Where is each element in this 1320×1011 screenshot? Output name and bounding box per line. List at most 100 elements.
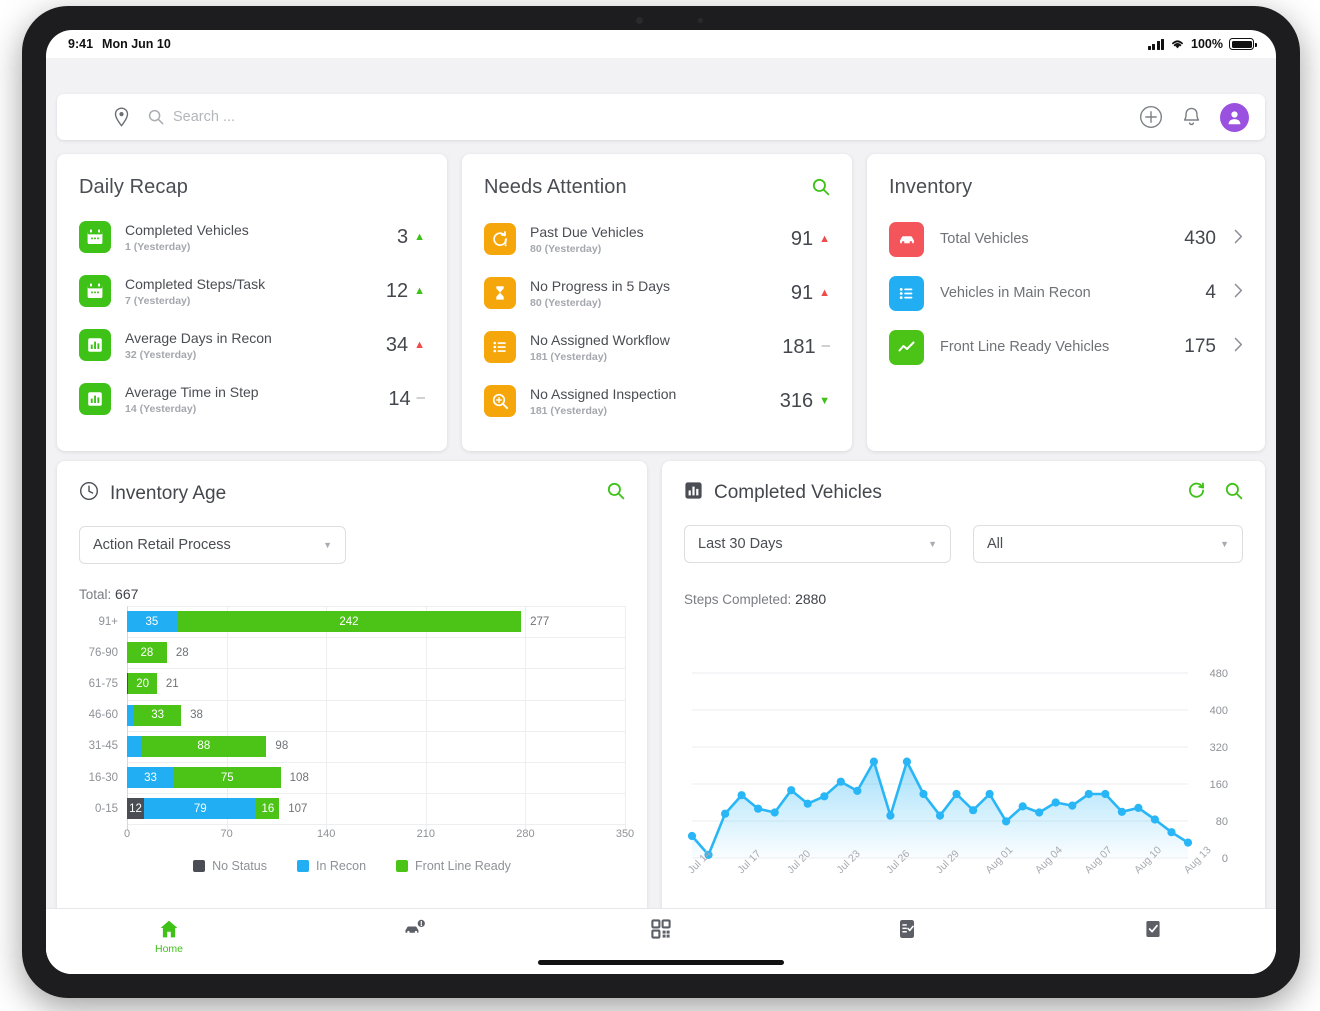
data-point[interactable]	[1183, 838, 1193, 847]
bar-category-label: 91+	[98, 615, 118, 628]
nav-item-scan[interactable]	[538, 918, 784, 943]
data-point[interactable]	[836, 777, 845, 786]
chevron-down-icon: ▼	[323, 540, 332, 550]
bar-row[interactable]: 0-15 12 79 16 107	[79, 793, 625, 824]
data-point[interactable]	[1084, 789, 1093, 799]
list-item[interactable]: Average Time in Step 14 (Yesterday) 14	[79, 372, 425, 426]
bar-row[interactable]: 46-60 33 38	[79, 700, 625, 731]
status-date: Mon Jun 10	[102, 37, 171, 51]
bar-segment	[127, 735, 142, 757]
data-point[interactable]	[820, 792, 829, 801]
process-select[interactable]: Action Retail Process ▼	[79, 526, 346, 564]
search-icon[interactable]	[607, 482, 625, 505]
data-point[interactable]	[721, 809, 730, 818]
search-icon[interactable]	[812, 178, 830, 201]
data-point[interactable]	[787, 786, 796, 795]
chevron-right-icon[interactable]	[1234, 229, 1243, 249]
nav-item-tasks[interactable]	[784, 918, 1030, 943]
axis-tick-label: 70	[220, 828, 233, 840]
list-item[interactable]: No Assigned Inspection 181 (Yesterday) 3…	[484, 374, 830, 428]
hamburger-menu-icon[interactable]	[73, 110, 95, 124]
data-point[interactable]	[1051, 798, 1060, 807]
data-point[interactable]	[1068, 801, 1077, 810]
axis-tick-label: 400	[1210, 705, 1228, 717]
bar-row[interactable]: 16-30 33 75 108	[79, 762, 625, 793]
list-item[interactable]: Vehicles in Main Recon 4	[889, 266, 1243, 320]
chevron-right-icon[interactable]	[1234, 337, 1243, 357]
nav-item-approvals[interactable]	[1030, 918, 1276, 943]
inventory-card: Inventory Total Vehicles 430 Vehicles in…	[867, 154, 1265, 451]
metric-label: Average Time in Step	[125, 383, 259, 400]
data-point[interactable]	[737, 791, 746, 800]
list-item[interactable]: Completed Steps/Task 7 (Yesterday) 12	[79, 264, 425, 318]
bar-row[interactable]: 61-75 20 21	[79, 668, 625, 699]
location-pin-icon[interactable]	[113, 107, 130, 127]
bar-row[interactable]: 76-90 28 28	[79, 637, 625, 668]
nav-item-home[interactable]: Home	[46, 918, 292, 955]
date-range-select[interactable]: Last 30 Days ▼	[684, 525, 951, 563]
search-input[interactable]	[173, 109, 1125, 125]
data-point[interactable]	[754, 804, 763, 813]
data-point[interactable]	[1002, 817, 1011, 826]
data-point[interactable]	[770, 808, 779, 817]
trend-up-icon	[414, 231, 425, 243]
data-point[interactable]	[1134, 803, 1143, 812]
data-point[interactable]	[687, 831, 697, 841]
trend-up-icon	[819, 287, 830, 299]
inventory-item-value: 175	[1184, 336, 1216, 357]
data-point[interactable]	[1150, 815, 1159, 824]
data-point[interactable]	[902, 757, 911, 766]
status-indicators: 100%	[1147, 37, 1257, 51]
data-point[interactable]	[985, 789, 994, 799]
data-point[interactable]	[1167, 828, 1176, 837]
user-avatar-icon[interactable]	[1220, 102, 1249, 132]
data-point[interactable]	[869, 757, 878, 766]
daily-recap-title: Daily Recap	[79, 176, 188, 198]
data-point[interactable]	[969, 806, 978, 815]
list-item[interactable]: No Progress in 5 Days 80 (Yesterday) 91	[484, 266, 830, 320]
data-point[interactable]	[886, 811, 895, 820]
list-item[interactable]: Average Days in Recon 32 (Yesterday) 34	[79, 318, 425, 372]
chevron-right-icon[interactable]	[1234, 283, 1243, 303]
list-item[interactable]: Past Due Vehicles 80 (Yesterday) 91	[484, 212, 830, 266]
daily-recap-card: Daily Recap Completed Vehicles 1 (Yester…	[57, 154, 447, 451]
nav-item-vehicles[interactable]	[292, 918, 538, 943]
bar-segment: 16	[256, 798, 280, 820]
date-range-select-value: Last 30 Days	[698, 536, 783, 552]
completed-vehicles-card: Completed Vehicles Last 30 Days ▼ All ▼ …	[662, 461, 1265, 929]
line-chart-svg: 080160320400480Jul 14 Jul 17 Jul 20 Jul 23 J…	[686, 668, 1228, 876]
data-point[interactable]	[1018, 802, 1027, 811]
chevron-down-icon: ▼	[928, 539, 937, 549]
filter-select[interactable]: All ▼	[973, 525, 1243, 563]
list-item[interactable]: Completed Vehicles 1 (Yesterday) 3	[79, 210, 425, 264]
legend-item[interactable]: Front Line Ready	[396, 859, 511, 873]
list-item[interactable]: No Assigned Workflow 181 (Yesterday) 181	[484, 320, 830, 374]
data-point[interactable]	[1101, 789, 1110, 799]
axis-tick-label: 80	[1216, 816, 1228, 828]
plus-circle-icon[interactable]	[1139, 105, 1163, 129]
metric-label: No Progress in 5 Days	[530, 277, 671, 294]
needs-attention-card: Needs Attention Past Due Vehicles 80 (Ye…	[462, 154, 852, 451]
legend-item[interactable]: No Status	[193, 859, 267, 873]
data-point[interactable]	[853, 786, 862, 795]
data-point[interactable]	[919, 789, 928, 799]
list-item[interactable]: Front Line Ready Vehicles 175	[889, 320, 1243, 374]
data-point[interactable]	[935, 811, 945, 820]
data-point[interactable]	[952, 789, 961, 799]
clock-alert-icon	[484, 223, 516, 255]
data-point[interactable]	[1117, 807, 1126, 816]
bar-segment: 28	[127, 642, 167, 664]
inventory-age-title: Inventory Age	[110, 482, 227, 504]
data-point[interactable]	[803, 799, 812, 808]
legend-item[interactable]: In Recon	[296, 859, 366, 873]
list-item[interactable]: Total Vehicles 430	[889, 212, 1243, 266]
bar-row[interactable]: 31-45 88 98	[79, 731, 625, 762]
clock-icon	[79, 481, 99, 506]
data-point[interactable]	[1035, 808, 1044, 817]
search-icon[interactable]	[1225, 482, 1243, 505]
bell-icon[interactable]	[1181, 106, 1202, 128]
refresh-icon[interactable]	[1187, 481, 1206, 505]
bar-row[interactable]: 91+ 35 242 277	[79, 606, 625, 637]
trend-flat-icon	[417, 389, 425, 406]
filter-select-value: All	[987, 536, 1004, 552]
